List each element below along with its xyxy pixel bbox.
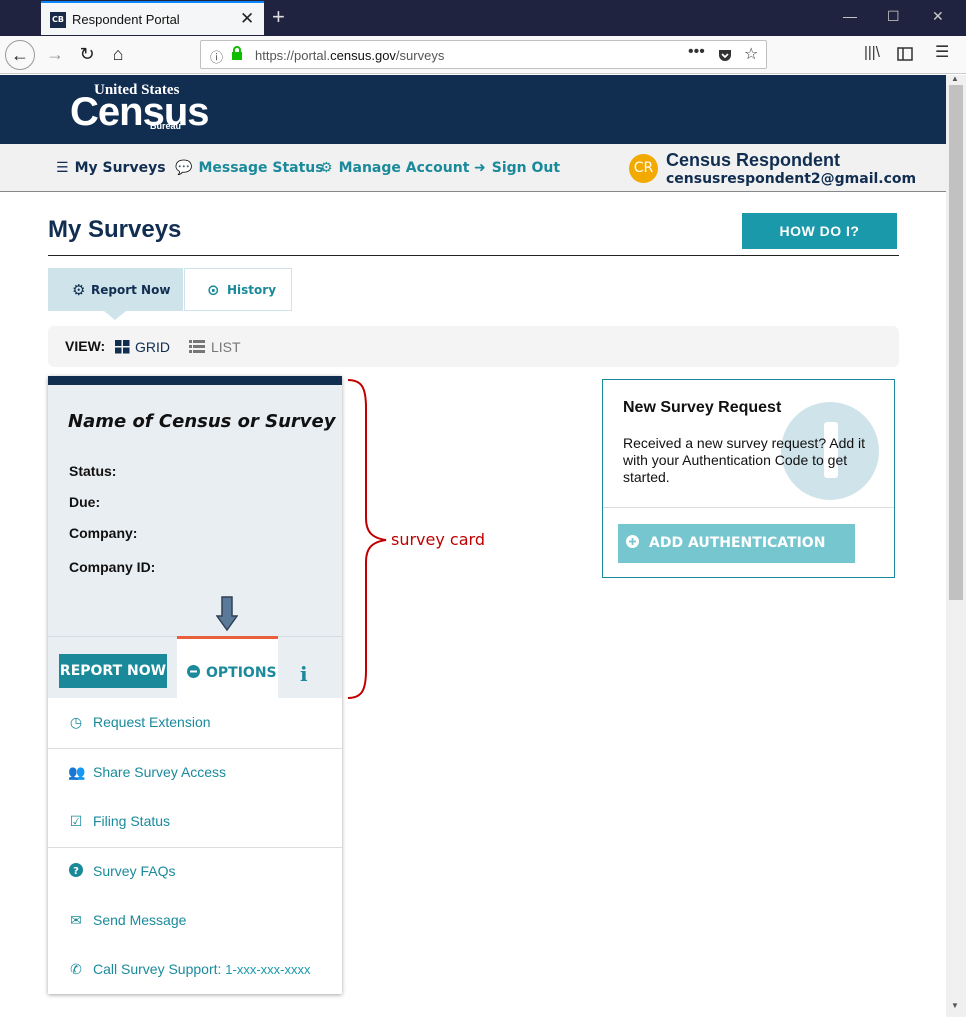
view-grid-button[interactable]: GRID (115, 339, 170, 355)
close-tab-icon[interactable]: ✕ (240, 9, 254, 29)
favicon-icon: CB (50, 12, 66, 28)
url-text: https://portal.census.gov/surveys (255, 48, 445, 63)
more-actions-icon[interactable]: ••• (688, 43, 705, 61)
option-call-support[interactable]: ✆ Call Survey Support: 1-xxx-xxx-xxxx (48, 945, 342, 995)
view-list-button[interactable]: LIST (189, 339, 241, 355)
nav-message-status[interactable]: 💬 Message Status (175, 160, 324, 176)
company-label: Company: (69, 525, 138, 541)
scrollbar-thumb[interactable] (949, 85, 963, 600)
option-send-message[interactable]: ✉ Send Message (48, 896, 342, 946)
lock-icon (232, 46, 242, 60)
call-support-label: Call Survey Support: (93, 961, 222, 977)
browser-navbar: ← → ↻ ⌂ ⓘ https://portal.census.gov/surv… (0, 36, 966, 74)
scroll-down-icon[interactable]: ▼ (951, 1001, 959, 1010)
tab-history[interactable]: ⊙ History (184, 268, 292, 311)
pointer-arrow-icon (216, 596, 238, 632)
reload-icon[interactable]: ↻ (72, 40, 102, 70)
browser-titlebar: CB Respondent Portal ✕ + — ☐ ✕ (0, 0, 966, 36)
brace-annotation (347, 379, 387, 699)
url-bar[interactable]: ⓘ https://portal.census.gov/surveys ••• … (200, 40, 767, 69)
due-label: Due: (69, 494, 101, 510)
options-toggle[interactable]: OPTIONS (177, 636, 278, 699)
option-survey-faqs[interactable]: ? Survey FAQs (48, 847, 342, 897)
tab-report-now[interactable]: ⚙ Report Now (48, 268, 183, 311)
user-name: Census Respondent (666, 150, 841, 170)
maximize-icon[interactable]: ☐ (887, 8, 900, 25)
page-scrollbar[interactable]: ▲ ▼ (946, 74, 966, 1017)
nav-manage-account[interactable]: ⚙ Manage Account (320, 160, 469, 176)
window-close-icon[interactable]: ✕ (932, 8, 944, 25)
page-title: My Surveys (48, 216, 182, 243)
check-circle-icon: ⊙ (207, 281, 220, 299)
info-icon[interactable]: ⓘ (210, 47, 223, 66)
tab-title: Respondent Portal (72, 12, 180, 27)
home-icon[interactable]: ⌂ (103, 40, 133, 70)
minus-circle-icon (187, 665, 200, 678)
avatar: CR (629, 154, 658, 183)
how-do-i-button[interactable]: HOW DO I? (742, 213, 897, 249)
minimize-icon[interactable]: — (843, 8, 857, 24)
list-view-icon (189, 340, 205, 353)
annotation-label: survey card (391, 530, 485, 549)
svg-text:?: ? (73, 866, 79, 877)
pocket-icon[interactable] (717, 47, 733, 63)
new-survey-title: New Survey Request (623, 399, 782, 416)
user-email: censusrespondent2@gmail.com (666, 171, 917, 187)
new-survey-request-card: New Survey Request Received a new survey… (602, 379, 895, 578)
comments-icon: 💬 (175, 160, 193, 176)
plus-circle-icon (626, 535, 639, 548)
library-icon[interactable]: |||\ (864, 44, 880, 61)
phone-icon: ✆ (70, 961, 82, 977)
option-share-access[interactable]: 👥 Share Survey Access (48, 748, 342, 798)
check-square-icon: ☑ (69, 813, 83, 829)
company-id-label: Company ID: (69, 559, 156, 575)
option-filing-status[interactable]: ☑ Filing Status (48, 797, 342, 847)
info-icon[interactable]: i (300, 662, 308, 686)
card-top-bar (48, 376, 342, 385)
survey-card: Name of Census or Survey Status: Due: Co… (48, 376, 342, 994)
status-label: Status: (69, 463, 117, 479)
support-phone: 1-xxx-xxx-xxxx (225, 962, 311, 977)
back-arrow-icon[interactable]: ← (5, 40, 35, 70)
nav-sign-out[interactable]: ➜ Sign Out (474, 160, 560, 176)
option-request-extension[interactable]: ◷ Request Extension (48, 698, 342, 748)
title-divider (48, 255, 899, 256)
sidebar-icon[interactable] (897, 47, 913, 61)
nav-my-surveys[interactable]: ☰ My Surveys (56, 160, 166, 176)
envelope-icon: ✉ (70, 912, 82, 928)
options-label: OPTIONS (187, 665, 277, 681)
menu-icon[interactable]: ☰ (935, 42, 949, 62)
survey-name: Name of Census or Survey (68, 411, 336, 432)
clock-icon: ◷ (69, 714, 83, 730)
logo-bureau: Bureau (150, 121, 182, 131)
forward-arrow-icon[interactable]: → (40, 40, 70, 70)
view-label: VIEW: (65, 338, 106, 354)
view-toggle-bar: VIEW: GRID LIST (48, 326, 899, 367)
report-now-button[interactable]: REPORT NOW (59, 654, 167, 688)
browser-tab[interactable]: CB Respondent Portal ✕ (41, 1, 264, 35)
new-survey-text: Received a new survey request? Add it wi… (623, 435, 866, 485)
active-tab-pointer (104, 311, 126, 320)
users-icon: 👥 (68, 764, 86, 780)
gear-icon: ⚙ (72, 281, 86, 299)
logo-census[interactable]: Census (70, 90, 209, 135)
add-authentication-code-button[interactable]: ADD AUTHENTICATION CODE (618, 524, 855, 577)
question-circle-icon: ? (68, 863, 84, 879)
card-actions: REPORT NOW OPTIONS i (48, 636, 342, 699)
sign-out-icon: ➜ (474, 160, 486, 176)
new-survey-divider (603, 507, 894, 508)
list-icon: ☰ (56, 160, 69, 176)
gear-icon: ⚙ (320, 160, 333, 176)
grid-icon (115, 340, 130, 354)
new-tab-icon[interactable]: + (272, 4, 285, 30)
scroll-up-icon[interactable]: ▲ (951, 74, 959, 83)
bookmark-star-icon[interactable]: ☆ (744, 44, 758, 64)
